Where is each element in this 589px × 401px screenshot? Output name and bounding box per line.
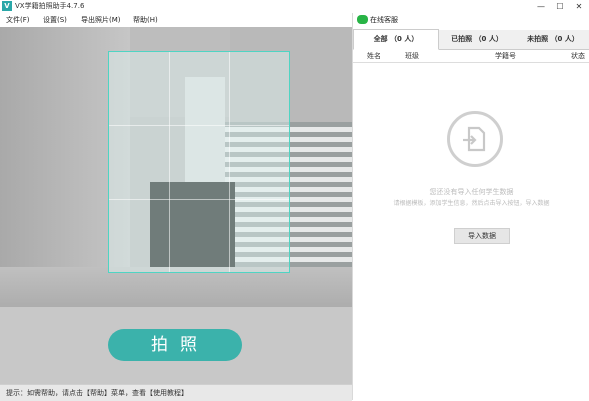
column-name[interactable]: 姓名	[367, 51, 381, 61]
status-hint: 提示：如需帮助，请点击【帮助】菜单，查看【使用教程】	[6, 389, 188, 397]
menu-bar: 文件(F) 设置(S) 导出照片(M) 帮助(H)	[0, 13, 352, 27]
tab-not-photographed[interactable]: 未拍照 （0 人）	[516, 30, 589, 49]
tab-photographed[interactable]: 已拍照 （0 人）	[439, 30, 515, 49]
menu-export-photos[interactable]: 导出照片(M)	[81, 15, 121, 25]
tab-all[interactable]: 全部 （0 人）	[353, 29, 439, 50]
online-service-label: 在线客服	[370, 16, 398, 24]
camera-panel: 拍照	[0, 27, 352, 384]
take-photo-button[interactable]: 拍照	[108, 329, 242, 361]
close-button[interactable]: ✕	[571, 0, 587, 13]
app-icon: V	[2, 1, 12, 11]
status-bar: 提示：如需帮助，请点击【帮助】菜单，查看【使用教程】	[0, 384, 352, 401]
menu-help[interactable]: 帮助(H)	[133, 15, 158, 25]
student-list-panel: 在线客服 全部 （0 人） 已拍照 （0 人） 未拍照 （0 人） 姓名 班级 …	[352, 13, 589, 400]
column-status[interactable]: 状态	[571, 51, 585, 61]
column-class[interactable]: 班级	[405, 51, 419, 61]
filter-tabs: 全部 （0 人） 已拍照 （0 人） 未拍照 （0 人）	[353, 29, 589, 50]
wechat-icon	[357, 15, 368, 24]
menu-file[interactable]: 文件(F)	[6, 15, 30, 25]
import-data-button[interactable]: 导入数据	[454, 228, 510, 244]
title-bar: V VX学籍拍照助手4.7.6	[0, 0, 589, 13]
maximize-button[interactable]: ☐	[552, 0, 568, 13]
empty-state-subtitle: 请根据模板，添加学生信息，然后点击导入按钮，导入数据	[393, 200, 550, 207]
import-file-icon	[447, 111, 503, 167]
camera-preview	[0, 27, 352, 307]
minimize-button[interactable]: —	[533, 0, 549, 13]
table-header: 姓名 班级 学籍号 状态	[353, 50, 589, 63]
crop-frame[interactable]	[108, 51, 290, 273]
window-title: VX学籍拍照助手4.7.6	[15, 2, 85, 10]
column-student-id[interactable]: 学籍号	[495, 51, 516, 61]
menu-settings[interactable]: 设置(S)	[43, 15, 67, 25]
empty-state-title: 您还没有导入任何学生数据	[429, 188, 514, 196]
